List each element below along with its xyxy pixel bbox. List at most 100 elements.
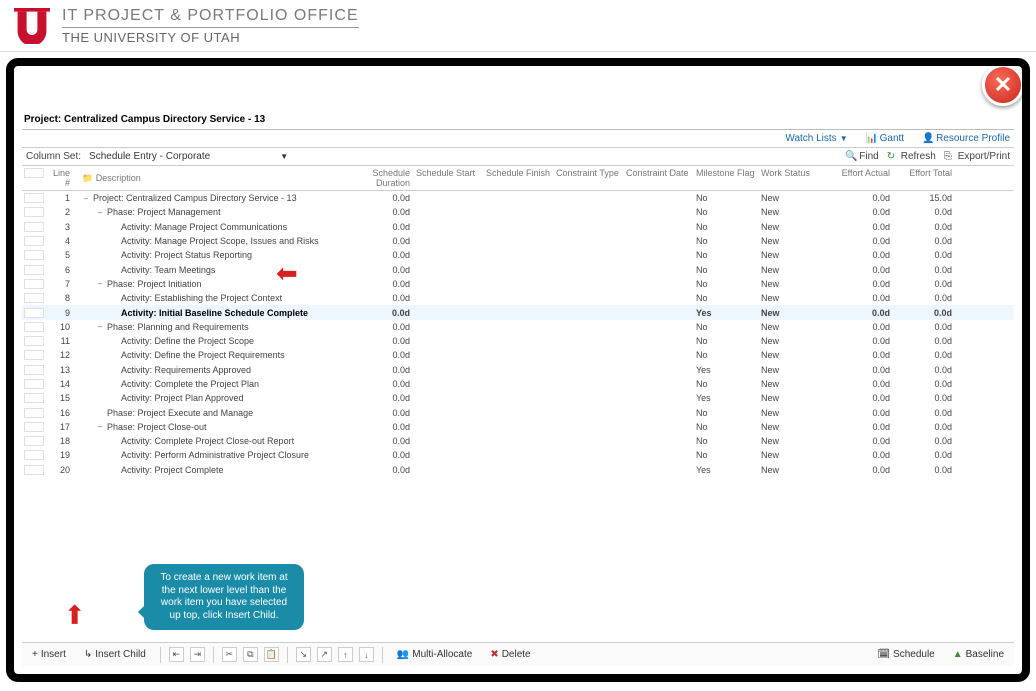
cell-description[interactable]: Activity: Complete the Project Plan [76, 379, 336, 389]
col-work-status[interactable]: Work Status [761, 168, 826, 188]
find-button[interactable]: 🔍Find [845, 151, 878, 162]
expand-toggle[interactable]: – [96, 422, 104, 431]
table-row[interactable]: 4Activity: Manage Project Scope, Issues … [22, 234, 1014, 248]
col-effort-actual[interactable]: Effort Actual [826, 168, 896, 188]
child-icon: ↳ [84, 649, 92, 660]
schedule-button[interactable]: 🗓Schedule [871, 647, 940, 662]
col-start[interactable]: Schedule Start [416, 168, 486, 188]
cell-description[interactable]: Activity: Project Complete [76, 465, 336, 475]
row-checkbox[interactable] [24, 450, 44, 460]
cell-description[interactable]: Activity: Project Plan Approved [76, 393, 336, 403]
cell-description[interactable]: Activity: Complete Project Close-out Rep… [76, 436, 336, 446]
row-checkbox[interactable] [24, 350, 44, 360]
table-row[interactable]: 9Activity: Initial Baseline Schedule Com… [22, 305, 1014, 319]
col-constraint-date[interactable]: Constraint Date [626, 168, 696, 188]
move-down-button[interactable]: ↓ [359, 647, 374, 662]
table-row[interactable]: 7–Phase: Project Initiation0.0dNoNew0.0d… [22, 277, 1014, 291]
table-row[interactable]: 13Activity: Requirements Approved0.0dYes… [22, 363, 1014, 377]
table-row[interactable]: 16Phase: Project Execute and Manage0.0dN… [22, 405, 1014, 419]
cell-description[interactable]: –Project: Centralized Campus Directory S… [76, 193, 336, 203]
table-row[interactable]: 14Activity: Complete the Project Plan0.0… [22, 377, 1014, 391]
cell-description[interactable]: Activity: Manage Project Scope, Issues a… [76, 236, 336, 246]
cell-description[interactable]: Activity: Initial Baseline Schedule Comp… [76, 308, 336, 318]
indent-button[interactable]: ⇥ [190, 647, 205, 662]
col-duration[interactable]: Schedule Duration [336, 168, 416, 188]
paste-button[interactable]: 📋 [264, 647, 279, 662]
insert-child-button[interactable]: ↳Insert Child [78, 647, 152, 662]
row-checkbox[interactable] [24, 279, 44, 289]
outdent-button[interactable]: ⇤ [169, 647, 184, 662]
move-up-button[interactable]: ↑ [338, 647, 353, 662]
link-button[interactable]: ↘ [296, 647, 311, 662]
table-row[interactable]: 8Activity: Establishing the Project Cont… [22, 291, 1014, 305]
expand-toggle[interactable]: – [96, 322, 104, 331]
table-row[interactable]: 20Activity: Project Complete0.0dYesNew0.… [22, 463, 1014, 477]
table-row[interactable]: 3Activity: Manage Project Communications… [22, 220, 1014, 234]
row-checkbox[interactable] [24, 308, 44, 318]
cell-effort-total: 0.0d [896, 250, 958, 260]
cell-description[interactable]: –Phase: Project Management [76, 207, 336, 217]
table-row[interactable]: 11Activity: Define the Project Scope0.0d… [22, 334, 1014, 348]
table-row[interactable]: 15Activity: Project Plan Approved0.0dYes… [22, 391, 1014, 405]
cell-description[interactable]: Activity: Manage Project Communications [76, 222, 336, 232]
table-row[interactable]: 17–Phase: Project Close-out0.0dNoNew0.0d… [22, 420, 1014, 434]
cell-description[interactable]: Activity: Perform Administrative Project… [76, 450, 336, 460]
table-row[interactable]: 2–Phase: Project Management0.0dNoNew0.0d… [22, 205, 1014, 219]
expand-toggle[interactable]: – [96, 279, 104, 288]
copy-button[interactable]: ⧉ [243, 647, 258, 662]
gantt-link[interactable]: 📊Gantt [866, 133, 904, 144]
cell-description[interactable]: Activity: Define the Project Scope [76, 336, 336, 346]
column-set-select[interactable]: Schedule Entry - Corporate▼ [89, 151, 288, 162]
table-row[interactable]: 5Activity: Project Status Reporting0.0dN… [22, 248, 1014, 262]
row-checkbox[interactable] [24, 236, 44, 246]
watch-lists-menu[interactable]: Watch Lists ▼ [785, 133, 847, 144]
row-checkbox[interactable] [24, 250, 44, 260]
resource-profile-link[interactable]: 👤Resource Profile [922, 133, 1010, 144]
cell-description[interactable]: –Phase: Project Close-out [76, 422, 336, 432]
insert-button[interactable]: +Insert [26, 647, 72, 662]
cell-description[interactable]: Activity: Establishing the Project Conte… [76, 293, 336, 303]
row-checkbox[interactable] [24, 222, 44, 232]
export-print-button[interactable]: ⎘Export/Print [944, 151, 1010, 162]
row-checkbox[interactable] [24, 436, 44, 446]
table-row[interactable]: 12Activity: Define the Project Requireme… [22, 348, 1014, 362]
unlink-button[interactable]: ↗ [317, 647, 332, 662]
row-checkbox[interactable] [24, 293, 44, 303]
refresh-button[interactable]: ↻Refresh [887, 151, 936, 162]
col-effort-total[interactable]: Effort Total [896, 168, 958, 188]
cut-button[interactable]: ✂ [222, 647, 237, 662]
cell-description[interactable]: Activity: Define the Project Requirement… [76, 350, 336, 360]
row-checkbox[interactable] [24, 422, 44, 432]
close-button[interactable]: ✕ [982, 64, 1024, 106]
multi-allocate-button[interactable]: 👥Multi-Allocate [391, 647, 478, 662]
row-checkbox[interactable] [24, 265, 44, 275]
row-checkbox[interactable] [24, 336, 44, 346]
checkbox-header[interactable] [24, 168, 44, 178]
col-milestone-flag[interactable]: Milestone Flag [696, 168, 761, 188]
col-constraint-type[interactable]: Constraint Type [556, 168, 626, 188]
table-row[interactable]: 6Activity: Team Meetings0.0dNoNew0.0d0.0… [22, 262, 1014, 276]
row-checkbox[interactable] [24, 379, 44, 389]
delete-button[interactable]: ✖Delete [484, 647, 536, 662]
cell-description[interactable]: –Phase: Planning and Requirements [76, 322, 336, 332]
row-checkbox[interactable] [24, 322, 44, 332]
table-row[interactable]: 1–Project: Centralized Campus Directory … [22, 191, 1014, 205]
row-checkbox[interactable] [24, 393, 44, 403]
row-checkbox[interactable] [24, 465, 44, 475]
table-row[interactable]: 18Activity: Complete Project Close-out R… [22, 434, 1014, 448]
expand-toggle[interactable]: – [96, 208, 104, 217]
table-row[interactable]: 10–Phase: Planning and Requirements0.0dN… [22, 320, 1014, 334]
row-checkbox[interactable] [24, 408, 44, 418]
col-description[interactable]: 📁 Description [76, 168, 336, 188]
col-line[interactable]: Line # [46, 168, 76, 188]
cell-description[interactable]: Activity: Requirements Approved [76, 365, 336, 375]
row-checkbox[interactable] [24, 193, 44, 203]
cell-description[interactable]: Phase: Project Execute and Manage [76, 408, 336, 418]
plus-icon: + [32, 649, 38, 660]
col-finish[interactable]: Schedule Finish [486, 168, 556, 188]
baseline-button[interactable]: ▲Baseline [947, 647, 1010, 662]
row-checkbox[interactable] [24, 365, 44, 375]
row-checkbox[interactable] [24, 207, 44, 217]
expand-toggle[interactable]: – [82, 194, 90, 203]
table-row[interactable]: 19Activity: Perform Administrative Proje… [22, 448, 1014, 462]
